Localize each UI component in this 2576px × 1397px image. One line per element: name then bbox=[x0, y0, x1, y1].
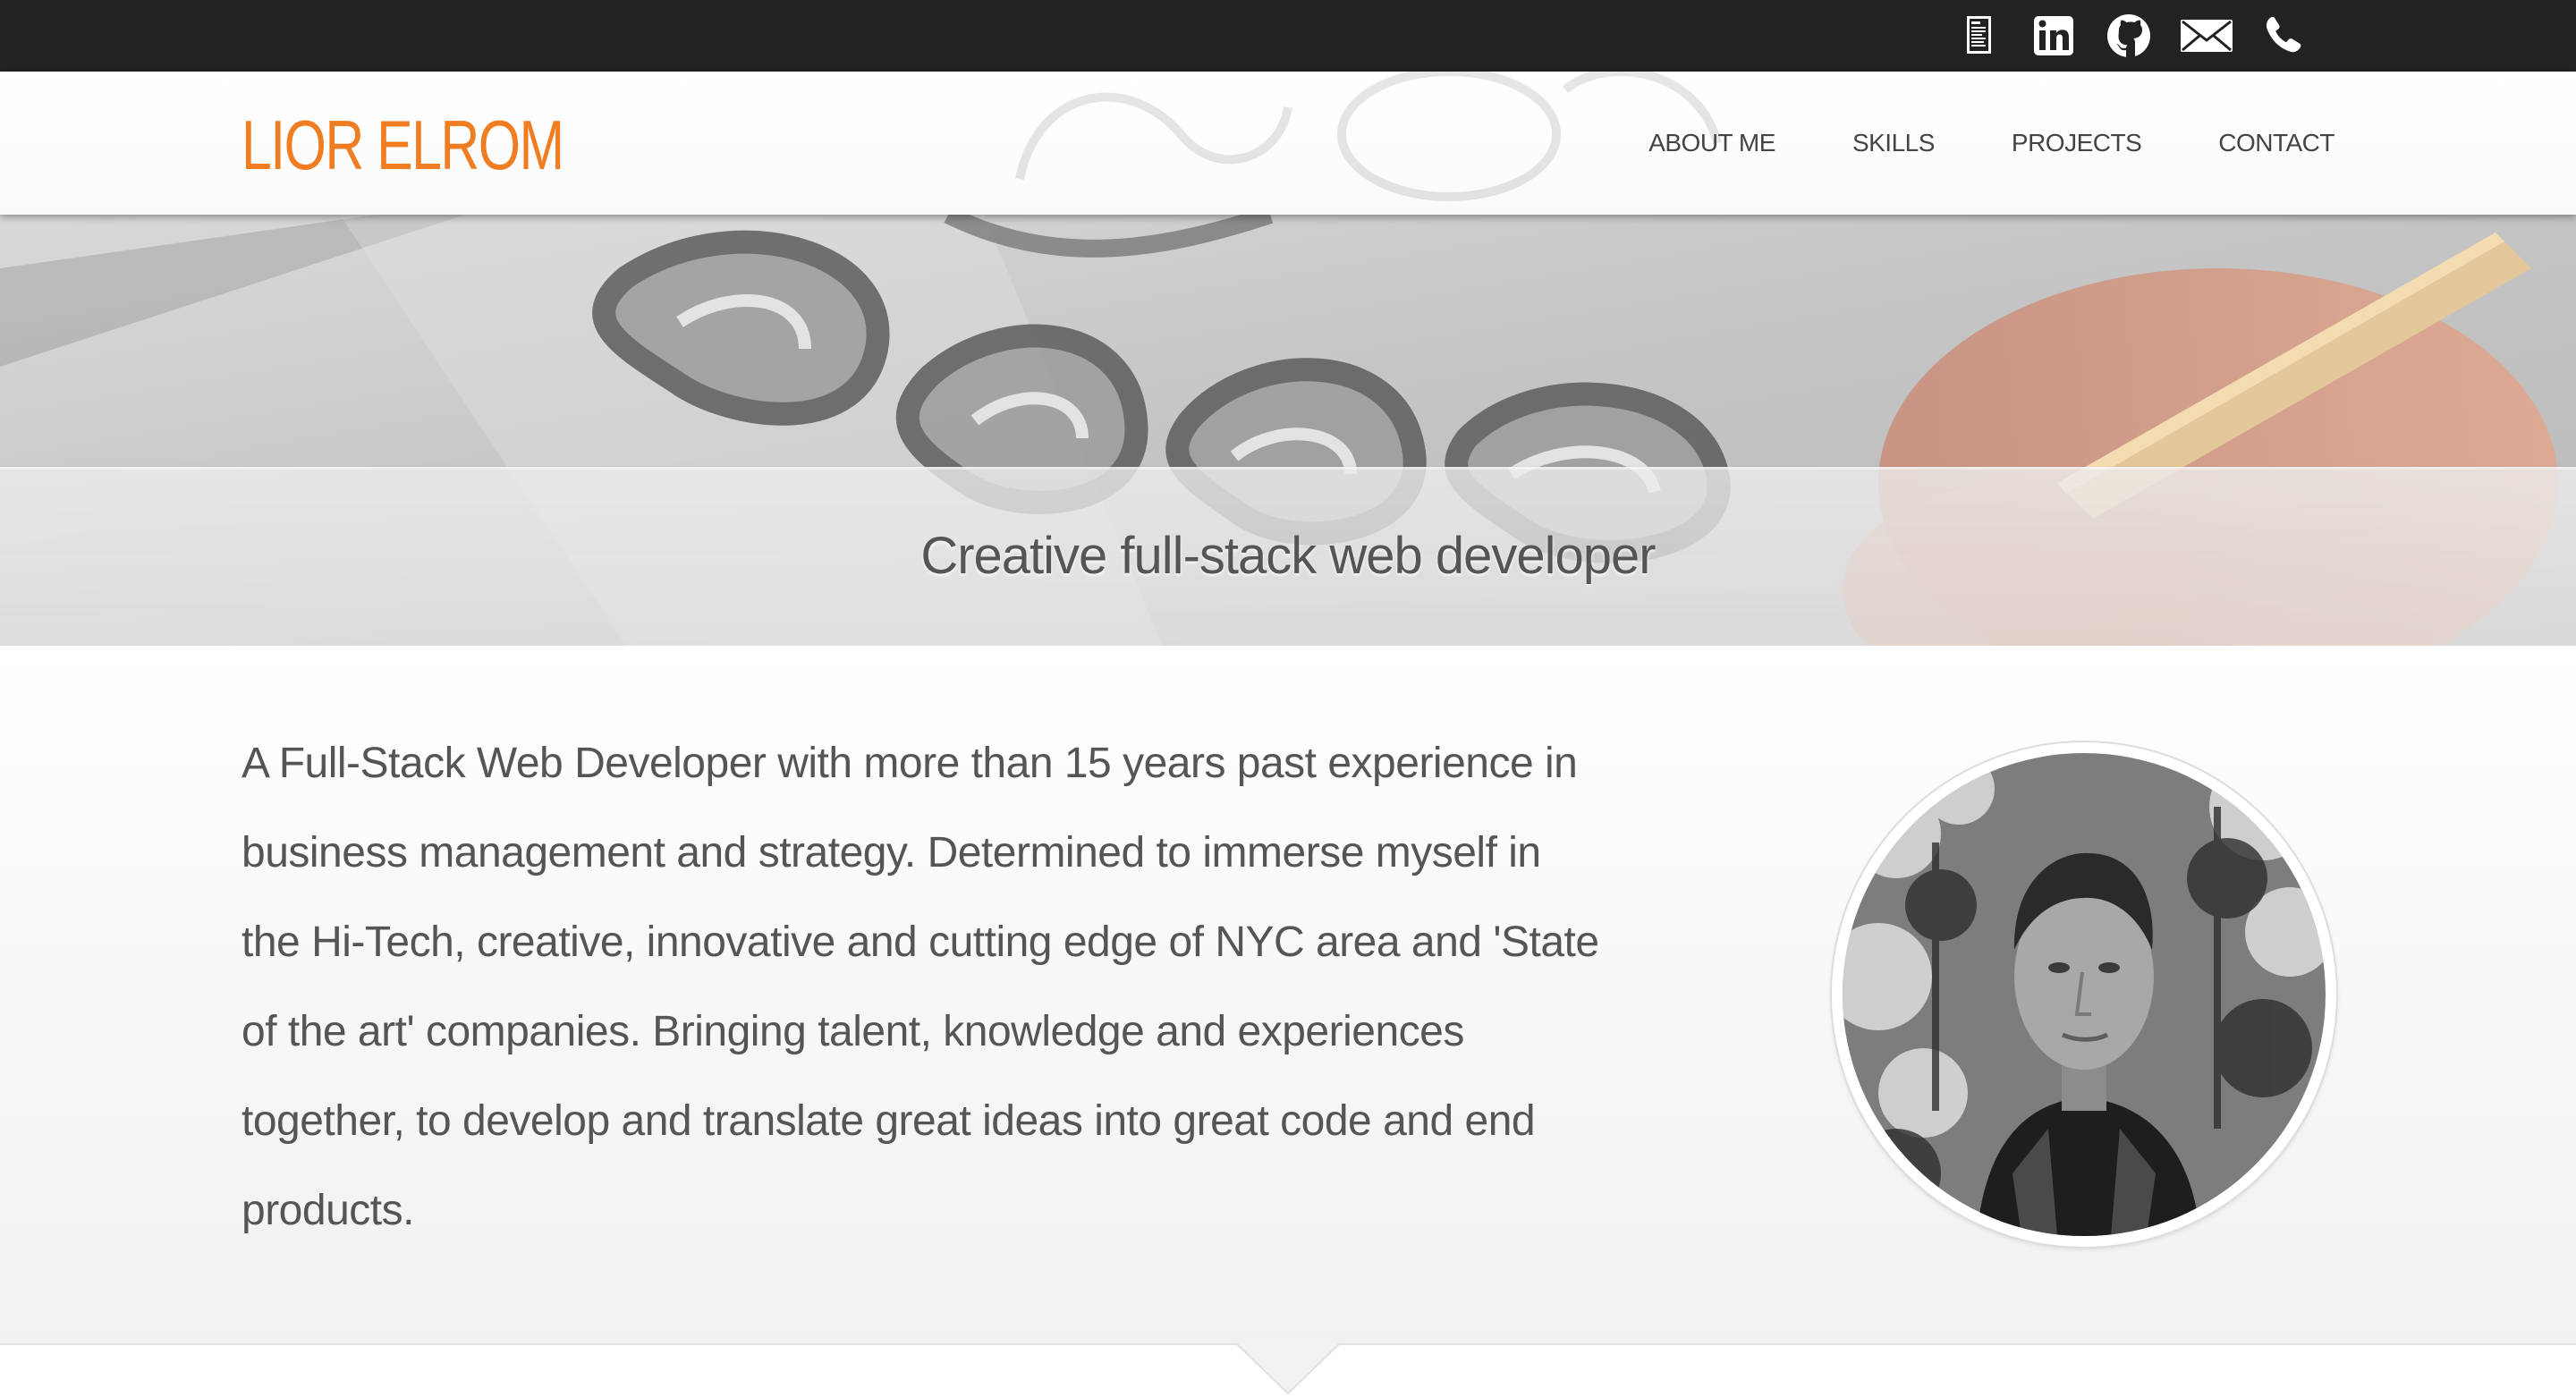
about-section: A Full-Stack Web Developer with more tha… bbox=[0, 648, 2576, 1345]
social-bar bbox=[0, 0, 2576, 72]
site-logo[interactable]: LIOR ELROM bbox=[242, 109, 564, 181]
nav-contact[interactable]: CONTACT bbox=[2218, 123, 2334, 163]
github-icon[interactable] bbox=[2104, 11, 2154, 61]
profile-photo bbox=[1843, 753, 2326, 1236]
section-divider bbox=[0, 1343, 2576, 1397]
social-links bbox=[1953, 11, 2309, 61]
nav-projects[interactable]: PROJECTS bbox=[2012, 123, 2142, 163]
phone-icon[interactable] bbox=[2259, 11, 2309, 61]
about-bio: A Full-Stack Web Developer with more tha… bbox=[242, 740, 1599, 1234]
divider-arrow bbox=[1235, 1343, 1341, 1395]
linkedin-icon[interactable] bbox=[2029, 11, 2079, 61]
nav-skills[interactable]: SKILLS bbox=[1852, 123, 1935, 163]
nav-about-me[interactable]: ABOUT ME bbox=[1648, 123, 1775, 163]
hero-banner: Creative full-stack web developer bbox=[0, 215, 2576, 646]
avatar bbox=[1832, 742, 2336, 1247]
site-header: LIOR ELROM ABOUT ME SKILLS PROJECTS CONT… bbox=[0, 72, 2576, 215]
hero-tagline: Creative full-stack web developer bbox=[920, 527, 1656, 585]
resume-icon[interactable] bbox=[1953, 11, 2004, 61]
main-nav: ABOUT ME SKILLS PROJECTS CONTACT bbox=[1648, 123, 2334, 163]
mail-icon[interactable] bbox=[2179, 11, 2234, 61]
